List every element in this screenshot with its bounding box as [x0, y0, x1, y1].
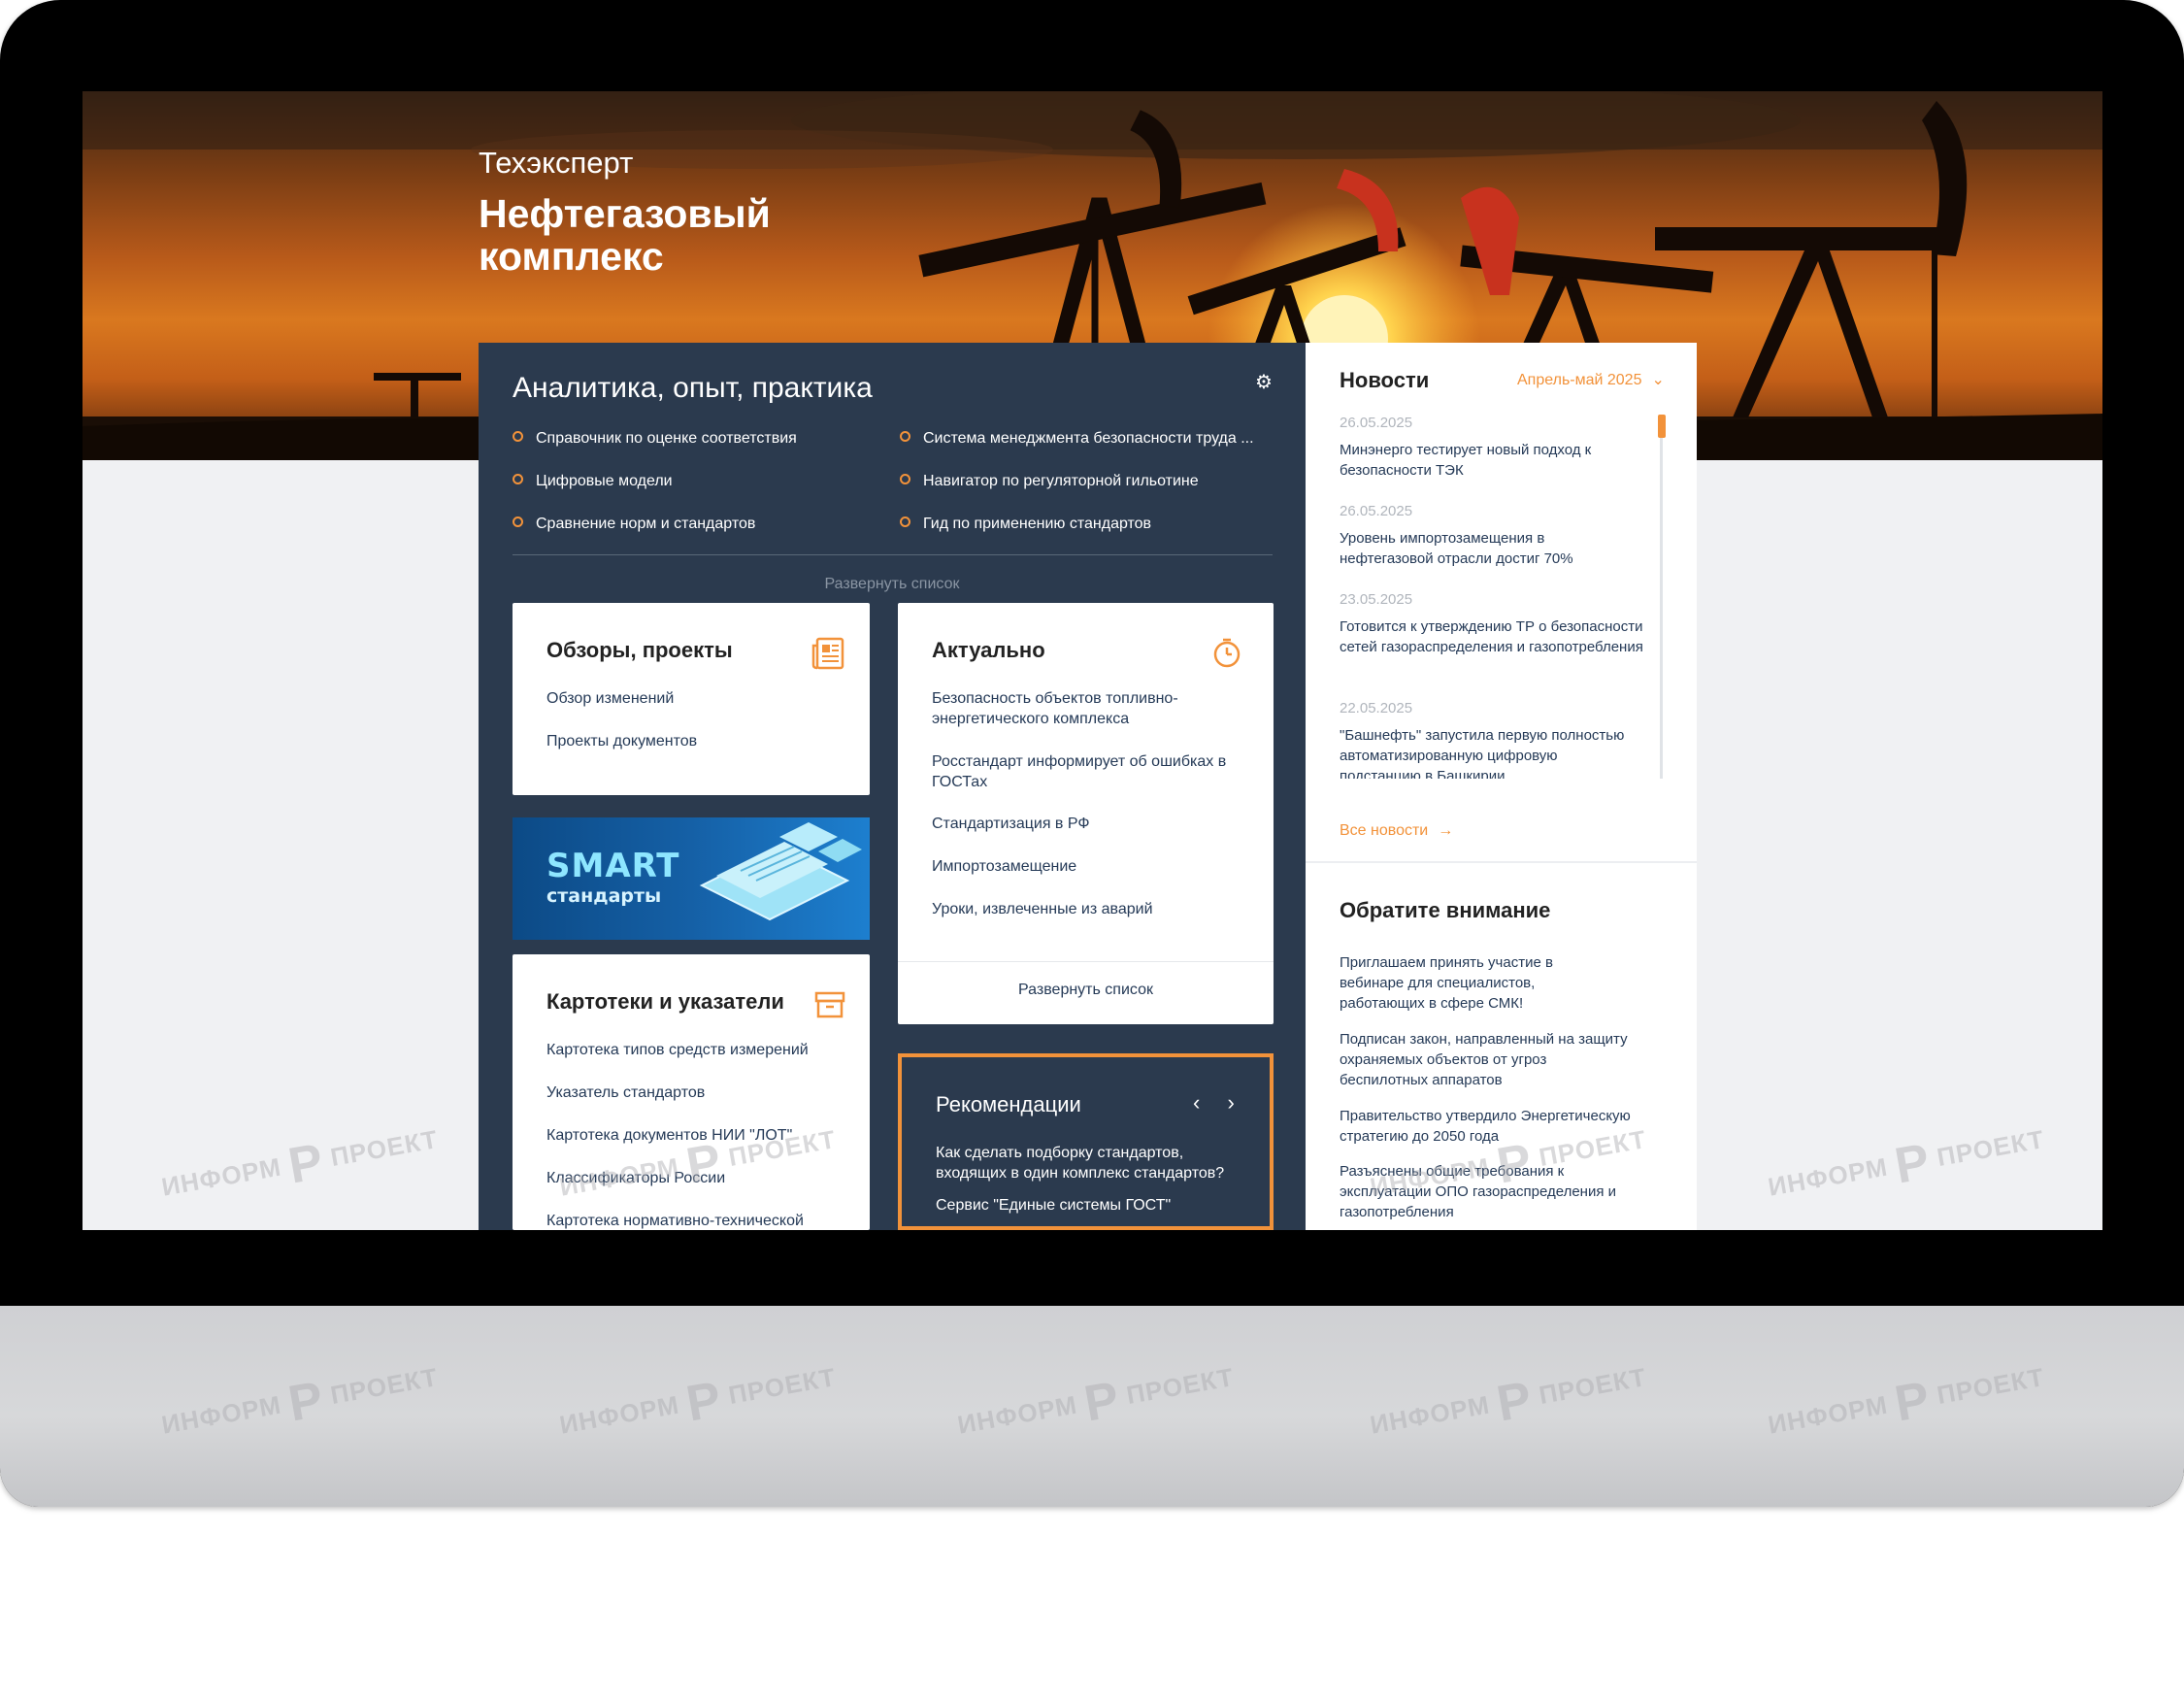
quick-link[interactable]: Гид по применению стандартов — [900, 516, 1151, 533]
actual-card: Актуально Безопасность объектов топливно… — [898, 603, 1274, 1024]
catalog-link[interactable]: Картотека типов средств измерений — [546, 1040, 809, 1060]
actual-link[interactable]: Стандартизация в РФ — [932, 814, 1090, 834]
news-link[interactable]: Готовится к утверждению ТР о безопасност… — [1340, 616, 1650, 657]
quick-link[interactable]: Справочник по оценке соответствия — [513, 430, 797, 448]
brand: Техэксперт Нефтегазовый комплекс — [479, 146, 886, 278]
catalog-link[interactable]: Указатель стандартов — [546, 1083, 705, 1103]
brand-title: Нефтегазовый комплекс — [479, 191, 771, 279]
all-news-link[interactable]: Все новости → — [1340, 822, 1453, 840]
news-date: 26.05.2025 — [1340, 503, 1413, 519]
card-title: Картотеки и указатели — [546, 989, 784, 1014]
bullet-icon — [513, 474, 523, 485]
divider — [1306, 861, 1697, 863]
bullet-icon — [900, 516, 910, 528]
smart-title: SMART — [546, 847, 680, 885]
news-link[interactable]: Уровень импортозамещения в нефтегазовой … — [1340, 528, 1631, 569]
bullet-icon — [900, 474, 910, 485]
prev-arrow-icon[interactable]: ‹ — [1193, 1090, 1200, 1115]
attention-title: Обратите внимание — [1340, 898, 1551, 922]
attention-link[interactable]: Приглашаем принять участие в вебинаре дл… — [1340, 952, 1602, 1014]
main-title: Аналитика, опыт, практика — [513, 372, 873, 404]
quick-link[interactable]: Система менеджмента безопасности труда .… — [900, 430, 1254, 448]
scrollbar-track[interactable] — [1660, 415, 1663, 779]
actual-link[interactable]: Безопасность объектов топливно-энергетич… — [932, 688, 1242, 729]
news-list: 26.05.2025 Минэнерго тестирует новый под… — [1306, 343, 1655, 779]
news-date: 26.05.2025 — [1340, 415, 1413, 431]
arrow-right-icon: → — [1438, 822, 1454, 839]
reviews-link[interactable]: Обзор изменений — [546, 688, 674, 709]
quick-link[interactable]: Сравнение норм и стандартов — [513, 516, 755, 533]
smart-standards-banner[interactable]: SMART стандарты — [513, 817, 870, 940]
reviews-link[interactable]: Проекты документов — [546, 731, 697, 751]
gear-icon[interactable]: ⚙ — [1255, 372, 1276, 393]
bullet-icon — [513, 516, 523, 528]
recommendations-card: Рекомендации ‹ › Как сделать подборку ст… — [898, 1053, 1274, 1230]
quick-link[interactable]: Цифровые модели — [513, 473, 673, 490]
attention-link[interactable]: Подписан закон, направленный на защиту о… — [1340, 1029, 1631, 1090]
quick-link[interactable]: Навигатор по регуляторной гильотине — [900, 473, 1199, 490]
actual-link[interactable]: Уроки, извлеченные из аварий — [932, 899, 1153, 919]
brand-small: Техэксперт — [479, 146, 634, 180]
documents-illustration — [699, 822, 862, 921]
news-panel: Новости Апрель-май 2025 ⌄ 26.05.2025 Минэ… — [1306, 343, 1697, 1230]
smart-subtitle: стандарты — [546, 885, 662, 907]
bullet-icon — [900, 431, 910, 443]
card-title: Обзоры, проекты — [546, 638, 733, 662]
all-news-label: Все новости — [1340, 822, 1429, 839]
next-arrow-icon[interactable]: › — [1227, 1090, 1234, 1115]
newspaper-icon — [811, 636, 846, 676]
monitor-frame: Техэксперт Нефтегазовый комплекс Аналити… — [0, 0, 2184, 1507]
scrollbar-thumb[interactable] — [1658, 415, 1666, 438]
news-date: 22.05.2025 — [1340, 700, 1413, 716]
bullet-icon — [513, 431, 523, 443]
divider — [513, 554, 1273, 555]
actual-link[interactable]: Импортозамещение — [932, 856, 1076, 877]
recommendations-title: Рекомендации — [936, 1092, 1081, 1116]
card-title: Актуально — [932, 638, 1045, 662]
carousel-controls: ‹ › — [1193, 1090, 1235, 1116]
screen: Техэксперт Нефтегазовый комплекс Аналити… — [83, 91, 2102, 1230]
archive-icon — [813, 987, 846, 1025]
recommendation-link[interactable]: Как сделать подборку стандартов, входящи… — [936, 1143, 1256, 1183]
news-date: 23.05.2025 — [1340, 591, 1413, 608]
news-link[interactable]: "Башнефть" запустила первую полностью ав… — [1340, 725, 1631, 779]
expand-list-link[interactable]: Развернуть список — [479, 576, 1306, 593]
actual-link[interactable]: Росстандарт информирует об ошибках в ГОС… — [932, 751, 1242, 792]
stopwatch-icon — [1210, 636, 1243, 674]
news-link[interactable]: Минэнерго тестирует новый подход к безоп… — [1340, 440, 1631, 481]
reviews-card: Обзоры, проекты Обзор изменений Проекты … — [513, 603, 870, 795]
divider — [898, 961, 1274, 962]
main-panel: Аналитика, опыт, практика ⚙ Справочник п… — [479, 343, 1306, 1230]
expand-list-link[interactable]: Развернуть список — [898, 982, 1274, 999]
recommendation-link[interactable]: Сервис "Единые системы ГОСТ" — [936, 1195, 1256, 1216]
